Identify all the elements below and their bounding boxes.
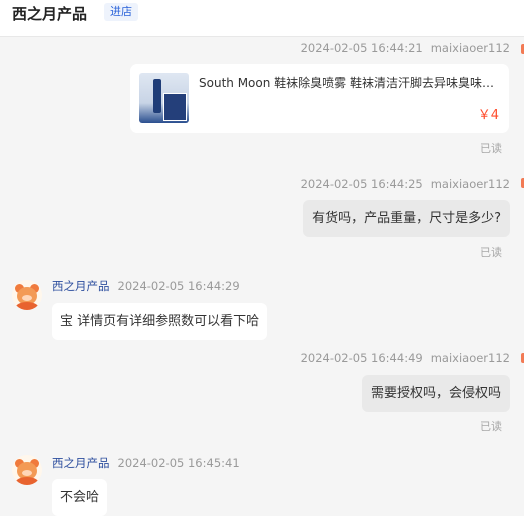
message-meta: 西之月产品 2024-02-05 16:44:29	[52, 279, 240, 293]
message-bubble: 有货吗，产品重量，尺寸是多少?	[303, 200, 510, 237]
seller-avatar	[12, 280, 42, 310]
read-status: 已读	[480, 246, 502, 259]
read-status: 已读	[480, 142, 502, 155]
message-meta: 2024-02-05 16:44:49 maixiaoer112	[301, 351, 510, 365]
product-price: ￥4	[477, 108, 499, 123]
message-meta: 2024-02-05 16:44:21 maixiaoer112	[301, 41, 510, 55]
message-bubble: 宝 详情页有详细参照数可以看下哈	[52, 303, 268, 340]
enter-shop-button[interactable]: 进店	[104, 3, 138, 21]
chat-header: 西之月产品 进店	[0, 0, 524, 37]
message-sender: maixiaoer112	[430, 177, 510, 191]
shop-name[interactable]: 西之月产品	[12, 4, 87, 24]
message-time: 2024-02-05 16:44:49	[300, 351, 423, 365]
message-sender: maixiaoer112	[430, 41, 510, 55]
message-meta: 西之月产品 2024-02-05 16:45:41	[52, 456, 240, 470]
seller-avatar	[12, 455, 42, 485]
product-thumbnail[interactable]	[139, 73, 189, 123]
message-time: 2024-02-05 16:44:21	[300, 41, 423, 55]
message-sender: maixiaoer112	[430, 351, 510, 365]
message-sender: 西之月产品	[52, 456, 110, 470]
read-status: 已读	[480, 420, 502, 433]
message-time: 2024-02-05 16:44:25	[300, 177, 423, 191]
message-sender: 西之月产品	[52, 279, 110, 293]
message-bubble: 需要授权吗，会侵权吗	[361, 375, 510, 412]
message-time: 2024-02-05 16:44:29	[117, 279, 240, 293]
message-bubble: 不会哈	[52, 479, 108, 516]
message-meta: 2024-02-05 16:44:25 maixiaoer112	[301, 177, 510, 191]
product-card[interactable]: South Moon 鞋袜除臭喷雾 鞋袜清洁汗脚去异味臭味干... ￥4	[130, 64, 509, 133]
product-title[interactable]: South Moon 鞋袜除臭喷雾 鞋袜清洁汗脚去异味臭味干...	[199, 75, 499, 91]
message-time: 2024-02-05 16:45:41	[117, 456, 240, 470]
